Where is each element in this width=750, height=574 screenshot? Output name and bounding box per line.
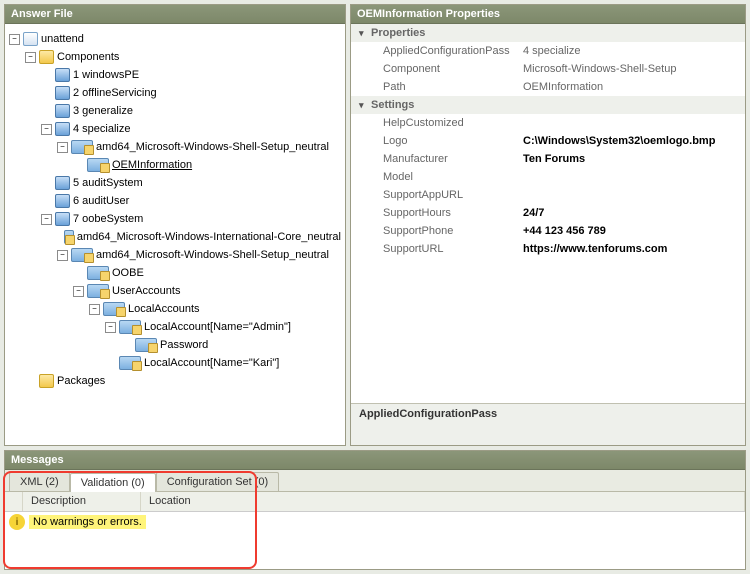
tree-pass-offlineservicing[interactable]: 2 offlineServicing [41,84,341,102]
pass-icon [55,212,70,226]
property-row[interactable]: SupportURLhttps://www.tenforums.com [351,240,745,258]
property-row[interactable]: SupportPhone+44 123 456 789 [351,222,745,240]
xml-file-icon [23,32,38,46]
property-row[interactable]: Model [351,168,745,186]
property-description: AppliedConfigurationPass [351,403,745,445]
property-row[interactable]: SupportHours24/7 [351,204,745,222]
component-icon [135,338,157,352]
collapse-icon[interactable]: − [105,322,116,333]
collapse-icon[interactable]: − [57,250,68,261]
tree-useraccounts[interactable]: −UserAccounts [73,282,341,300]
component-icon [87,284,109,298]
component-icon [103,302,125,316]
tree-oobe[interactable]: OOBE [73,264,341,282]
tree-packages[interactable]: Packages [25,372,341,390]
tree-pass-auditsystem[interactable]: 5 auditSystem [41,174,341,192]
property-row[interactable]: SupportAppURL [351,186,745,204]
answer-file-header: Answer File [5,5,345,24]
messages-panel: Messages XML (2) Validation (0) Configur… [4,450,746,570]
tree-shell-setup-oobe[interactable]: −amd64_Microsoft-Windows-Shell-Setup_neu… [57,246,341,264]
info-icon: i [9,514,25,530]
property-row[interactable]: HelpCustomized [351,114,745,132]
collapse-icon[interactable]: − [25,52,36,63]
collapse-icon[interactable]: − [9,34,20,45]
properties-panel: OEMInformation Properties ▾Properties Ap… [350,4,746,446]
collapse-icon[interactable]: − [89,304,100,315]
tree-password[interactable]: Password [121,336,341,354]
pass-icon [55,86,70,100]
property-row[interactable]: ManufacturerTen Forums [351,150,745,168]
folder-icon [39,374,54,388]
tree-components[interactable]: − Components [25,48,341,66]
property-row[interactable]: LogoC:\Windows\System32\oemlogo.bmp [351,132,745,150]
messages-table-header: Description Location [5,492,745,512]
property-row[interactable]: AppliedConfigurationPass4 specialize [351,42,745,60]
pass-icon [55,104,70,118]
property-category-settings[interactable]: ▾Settings [351,96,745,114]
component-icon [71,248,93,262]
component-icon [119,356,141,370]
tree-shell-setup-specialize[interactable]: −amd64_Microsoft-Windows-Shell-Setup_neu… [57,138,341,156]
component-icon [64,230,74,244]
pass-icon [55,68,70,82]
tab-xml[interactable]: XML (2) [9,472,70,491]
property-category-properties[interactable]: ▾Properties [351,24,745,42]
collapse-icon[interactable]: − [41,214,52,225]
col-description[interactable]: Description [23,492,141,511]
col-icon[interactable] [5,492,23,511]
property-row[interactable]: ComponentMicrosoft-Windows-Shell-Setup [351,60,745,78]
folder-icon [39,50,54,64]
messages-status-row: i No warnings or errors. [5,512,745,532]
messages-status-text: No warnings or errors. [29,515,146,529]
component-icon [119,320,141,334]
tree-root-unattend[interactable]: − unattend [9,30,341,48]
pass-icon [55,176,70,190]
pass-icon [55,122,70,136]
messages-header: Messages [5,451,745,470]
tab-configuration-set[interactable]: Configuration Set (0) [156,472,280,491]
tree-pass-specialize[interactable]: −4 specialize [41,120,341,138]
tree-pass-oobesystem[interactable]: −7 oobeSystem [41,210,341,228]
chevron-down-icon: ▾ [359,100,371,111]
component-icon [87,158,109,172]
messages-table: Description Location i No warnings or er… [5,492,745,569]
col-location[interactable]: Location [141,492,745,511]
tree-pass-windowspe[interactable]: 1 windowsPE [41,66,341,84]
component-icon [87,266,109,280]
tree-oeminformation[interactable]: OEMInformation [73,156,341,174]
component-icon [71,140,93,154]
tree-intl-core[interactable]: amd64_Microsoft-Windows-International-Co… [57,228,341,246]
pass-icon [55,194,70,208]
tree-pass-audituser[interactable]: 6 auditUser [41,192,341,210]
messages-tabs: XML (2) Validation (0) Configuration Set… [5,470,745,492]
tree-localaccounts[interactable]: −LocalAccounts [89,300,341,318]
collapse-icon[interactable]: − [41,124,52,135]
answer-file-tree[interactable]: − unattend − Components [5,24,345,445]
answer-file-panel: Answer File − unattend − [4,4,346,446]
chevron-down-icon: ▾ [359,28,371,39]
property-row[interactable]: PathOEMInformation [351,78,745,96]
properties-grid[interactable]: ▾Properties AppliedConfigurationPass4 sp… [351,24,745,403]
tree-pass-generalize[interactable]: 3 generalize [41,102,341,120]
collapse-icon[interactable]: − [57,142,68,153]
collapse-icon[interactable]: − [73,286,84,297]
tab-validation[interactable]: Validation (0) [70,473,156,492]
tree-localaccount-kari[interactable]: LocalAccount[Name="Kari"] [105,354,341,372]
tree-localaccount-admin[interactable]: −LocalAccount[Name="Admin"] [105,318,341,336]
properties-header: OEMInformation Properties [351,5,745,24]
